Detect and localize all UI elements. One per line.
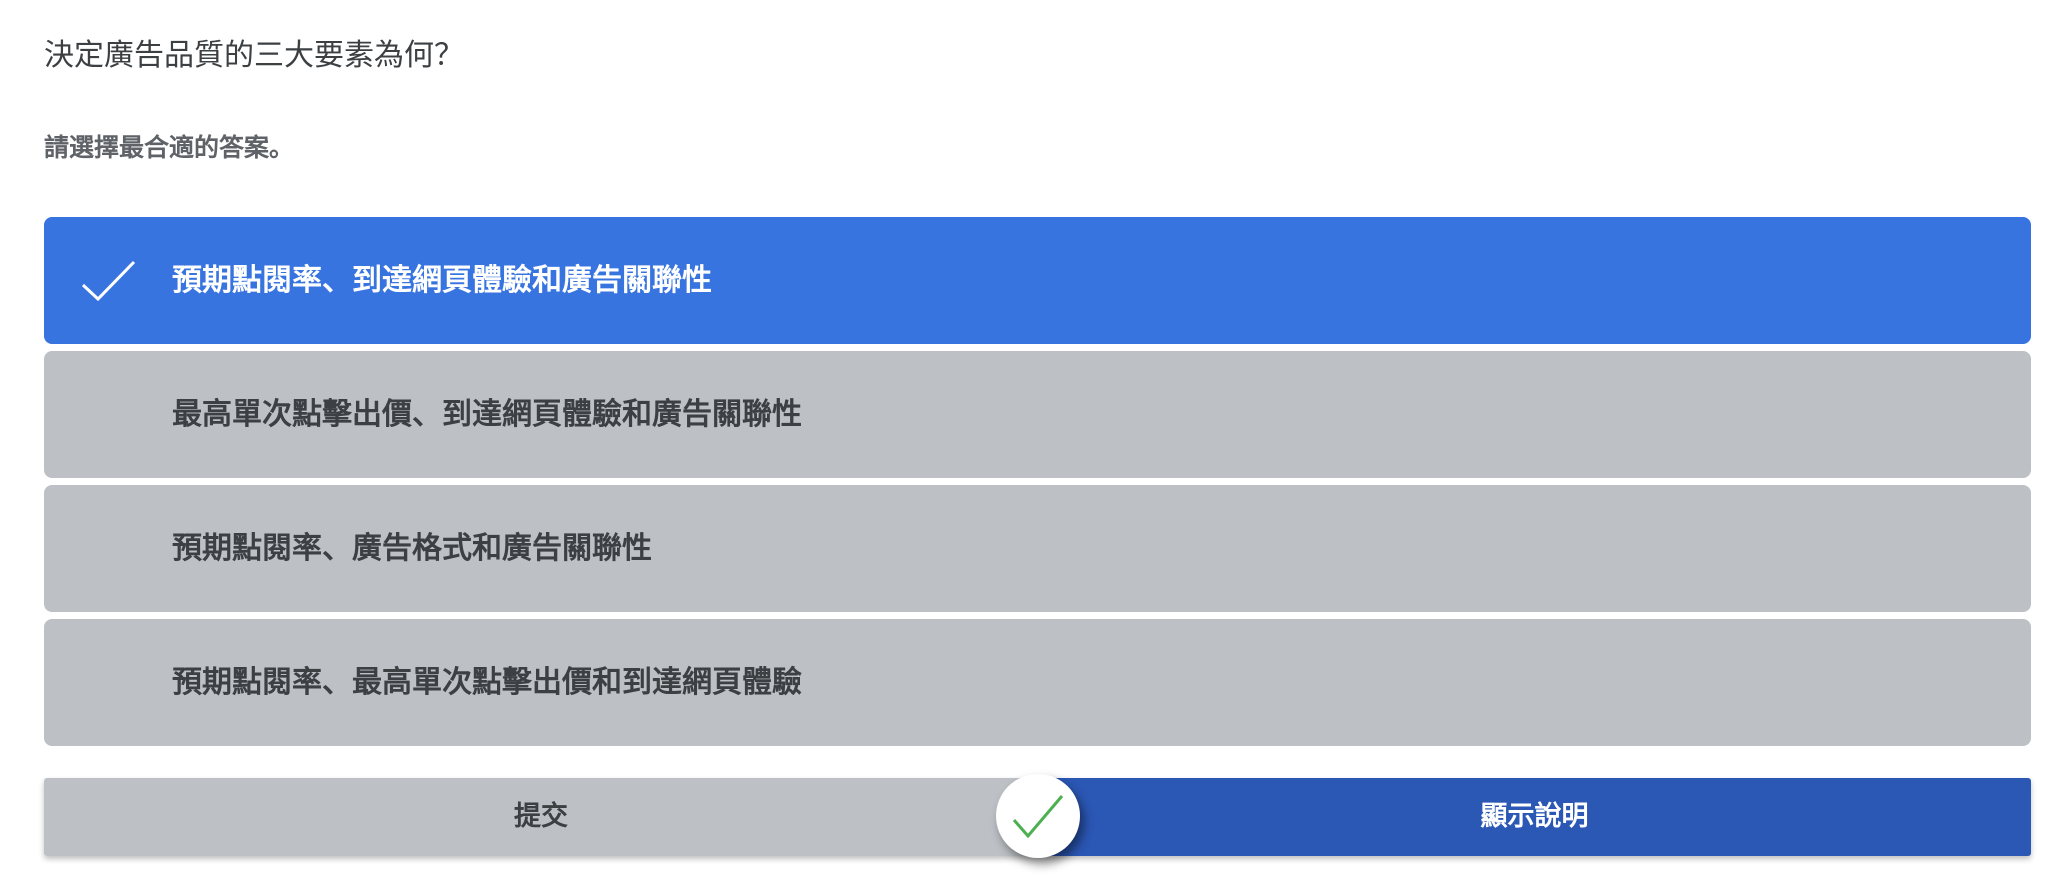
- answer-option-2[interactable]: 最高單次點擊出價、到達網頁體驗和廣告關聯性: [44, 351, 2031, 478]
- answer-option-label: 預期點閱率、最高單次點擊出價和到達網頁體驗: [172, 665, 802, 700]
- answer-option-label: 預期點閱率、到達網頁體驗和廣告關聯性: [172, 263, 712, 298]
- correct-answer-badge: [996, 774, 1080, 858]
- question-instruction: 請選擇最合適的答案。: [44, 133, 295, 162]
- answer-option-4[interactable]: 預期點閱率、最高單次點擊出價和到達網頁體驗: [44, 619, 2031, 746]
- submit-button[interactable]: 提交: [44, 778, 1038, 856]
- answer-option-label: 預期點閱率、廣告格式和廣告關聯性: [172, 531, 652, 566]
- action-bar: 提交 顯示說明: [44, 774, 2031, 858]
- answer-option-1[interactable]: 預期點閱率、到達網頁體驗和廣告關聯性: [44, 217, 2031, 344]
- question-title: 決定廣告品質的三大要素為何？: [44, 38, 464, 73]
- check-icon: [80, 259, 138, 303]
- answer-option-label: 最高單次點擊出價、到達網頁體驗和廣告關聯性: [172, 397, 802, 432]
- answer-option-3[interactable]: 預期點閱率、廣告格式和廣告關聯性: [44, 485, 2031, 612]
- check-icon: [1012, 795, 1064, 839]
- show-explanation-button[interactable]: 顯示說明: [1038, 778, 2031, 856]
